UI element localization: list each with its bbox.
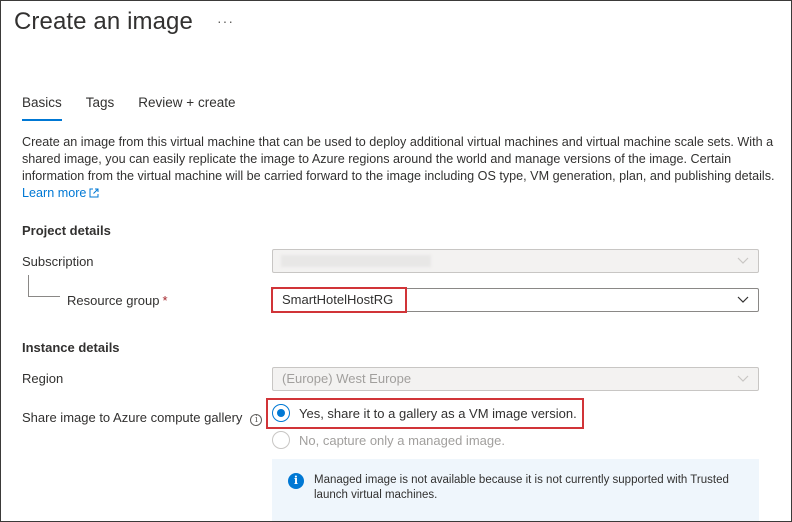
subscription-dropdown [272,249,759,273]
info-icon[interactable]: i [250,414,263,426]
instance-details-header: Instance details [22,340,120,355]
info-circle-icon: i [288,473,304,489]
page-title: Create an image [14,8,193,35]
required-marker: * [162,293,168,308]
subscription-label: Subscription [22,254,94,269]
tab-basics[interactable]: Basics [22,95,62,121]
ellipsis-icon[interactable]: ··· [217,13,234,29]
learn-more-link[interactable]: Learn more [22,186,99,200]
description-body: Create an image from this virtual machin… [22,135,775,183]
redacted-subscription-value [281,255,431,267]
share-gallery-label: Share image to Azure compute gallery i [22,410,263,426]
radio-option-no: No, capture only a managed image. [272,431,505,449]
chevron-down-icon [737,257,749,264]
info-message-text: Managed image is not available because i… [314,474,729,501]
external-link-icon [89,188,99,198]
tree-connector [28,275,60,297]
resource-group-highlight [271,287,407,313]
resource-group-label: Resource group * [67,293,168,308]
share-option-highlight [266,398,584,429]
description-text: Create an image from this virtual machin… [22,134,782,202]
chevron-down-icon [737,375,749,382]
radio-no-button [272,431,290,449]
tab-tags[interactable]: Tags [86,95,115,121]
region-value: (Europe) West Europe [282,371,412,386]
create-image-blade: Create an image ··· Basics Tags Review +… [0,0,792,522]
tab-review-create[interactable]: Review + create [138,95,235,121]
chevron-down-icon [737,296,749,303]
region-dropdown: (Europe) West Europe [272,367,759,391]
region-label: Region [22,371,64,386]
tab-bar: Basics Tags Review + create [22,95,259,121]
radio-no-label: No, capture only a managed image. [299,432,505,448]
project-details-header: Project details [22,223,111,238]
info-message-box: i Managed image is not available because… [272,459,759,521]
